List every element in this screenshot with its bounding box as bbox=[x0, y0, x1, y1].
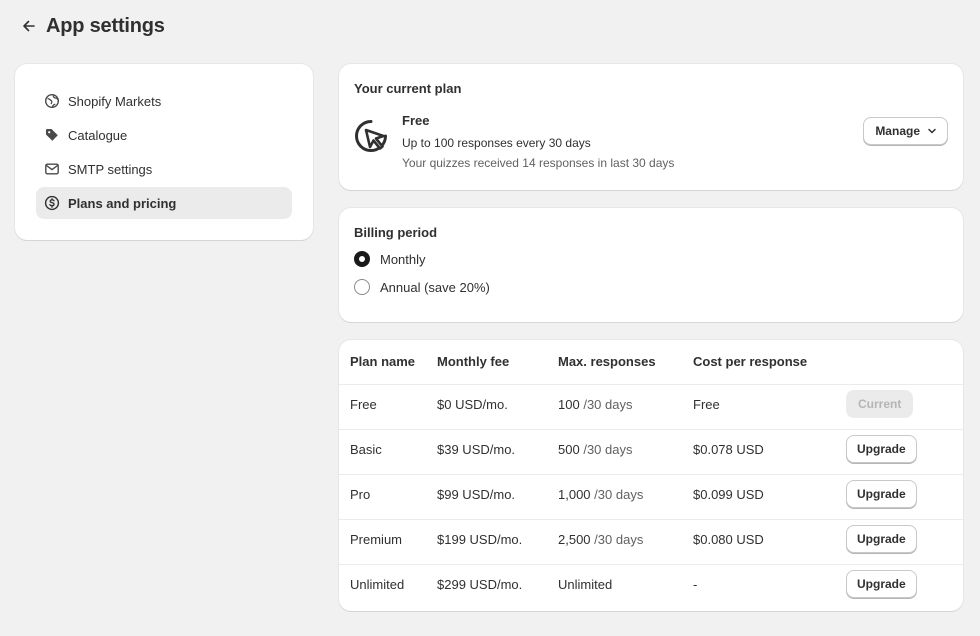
sidebar-item-label: Plans and pricing bbox=[68, 195, 177, 211]
back-button[interactable] bbox=[18, 15, 40, 37]
monthly-fee-cell: $299 USD/mo. bbox=[437, 563, 558, 609]
plans-table-card: Plan name Monthly fee Max. responses Cos… bbox=[339, 340, 963, 611]
dollar-circle-icon bbox=[44, 195, 60, 211]
max-responses-cell: 500 /30 days bbox=[558, 428, 693, 474]
table-row: Basic $39 USD/mo. 500 /30 days $0.078 US… bbox=[339, 428, 963, 474]
sidebar-item-catalogue[interactable]: Catalogue bbox=[36, 119, 292, 151]
plan-name-cell: Free bbox=[339, 383, 437, 429]
upgrade-button[interactable]: Upgrade bbox=[846, 434, 917, 463]
plan-usage-text: Your quizzes received 14 responses in la… bbox=[402, 156, 675, 170]
sidebar-item-plans-and-pricing[interactable]: Plans and pricing bbox=[36, 187, 292, 219]
plan-name-cell: Unlimited bbox=[339, 563, 437, 609]
responses-value: Unlimited bbox=[558, 576, 613, 592]
action-cell: Upgrade bbox=[846, 428, 963, 474]
responses-period: /30 days bbox=[583, 441, 633, 457]
responses-value: 2,500 bbox=[558, 531, 591, 547]
responses-value: 1,000 bbox=[558, 486, 591, 502]
billing-period-title: Billing period bbox=[354, 225, 438, 240]
tag-icon bbox=[44, 127, 60, 143]
plan-name: Free bbox=[402, 113, 430, 128]
column-header: Monthly fee bbox=[437, 354, 510, 370]
monthly-fee-cell: $39 USD/mo. bbox=[437, 428, 558, 474]
column-header: Cost per response bbox=[693, 354, 808, 370]
action-cell: Upgrade bbox=[846, 518, 963, 564]
table-row: Free $0 USD/mo. 100 /30 days Free Curren… bbox=[339, 383, 963, 429]
sidebar-item-smtp-settings[interactable]: SMTP settings bbox=[36, 153, 292, 185]
current-plan-button[interactable]: Current bbox=[846, 389, 914, 418]
page-header: App settings bbox=[18, 12, 165, 40]
settings-nav: Shopify Markets Catalogue SMTP settings … bbox=[15, 64, 313, 240]
billing-option-label: Annual (save 20%) bbox=[380, 279, 490, 295]
responses-period: /30 days bbox=[594, 531, 644, 547]
table-row: Pro $99 USD/mo. 1,000 /30 days $0.099 US… bbox=[339, 473, 963, 519]
responses-value: 100 bbox=[558, 396, 580, 412]
billing-period-card: Billing period Monthly Annual (save 20%) bbox=[339, 208, 963, 322]
billing-option-annual[interactable]: Annual (save 20%) bbox=[354, 278, 948, 296]
plan-name-cell: Basic bbox=[339, 428, 437, 474]
table-header-row: Plan name Monthly fee Max. responses Cos… bbox=[339, 340, 963, 384]
monthly-fee-cell: $0 USD/mo. bbox=[437, 383, 558, 429]
max-responses-cell: 2,500 /30 days bbox=[558, 518, 693, 564]
manage-button-label: Manage bbox=[875, 124, 920, 138]
max-responses-cell: 1,000 /30 days bbox=[558, 473, 693, 519]
sidebar-item-shopify-markets[interactable]: Shopify Markets bbox=[36, 85, 292, 117]
upgrade-button[interactable]: Upgrade bbox=[846, 524, 917, 553]
manage-button[interactable]: Manage bbox=[863, 117, 948, 145]
monthly-fee-cell: $199 USD/mo. bbox=[437, 518, 558, 564]
cost-cell: $0.080 USD bbox=[693, 518, 846, 564]
responses-period: /30 days bbox=[594, 486, 644, 502]
action-cell: Upgrade bbox=[846, 473, 963, 519]
radio-button[interactable] bbox=[354, 251, 370, 267]
table-row: Unlimited $299 USD/mo. Unlimited - Upgra… bbox=[339, 563, 963, 609]
globe-icon bbox=[44, 93, 60, 109]
table-row: Premium $199 USD/mo. 2,500 /30 days $0.0… bbox=[339, 518, 963, 564]
arrow-left-icon bbox=[23, 20, 35, 32]
app-logo-icon bbox=[355, 120, 387, 152]
plan-name-cell: Premium bbox=[339, 518, 437, 564]
plan-limit-text: Up to 100 responses every 30 days bbox=[402, 136, 591, 150]
radio-button[interactable] bbox=[354, 279, 370, 295]
billing-option-monthly[interactable]: Monthly bbox=[354, 250, 948, 268]
sidebar-item-label: SMTP settings bbox=[68, 161, 153, 177]
plan-name-cell: Pro bbox=[339, 473, 437, 519]
monthly-fee-cell: $99 USD/mo. bbox=[437, 473, 558, 519]
page-title: App settings bbox=[46, 14, 165, 37]
current-plan-title: Your current plan bbox=[354, 81, 462, 96]
max-responses-cell: 100 /30 days bbox=[558, 383, 693, 429]
plans-table: Plan name Monthly fee Max. responses Cos… bbox=[339, 340, 963, 609]
responses-value: 500 bbox=[558, 441, 580, 457]
billing-option-label: Monthly bbox=[380, 251, 426, 267]
action-cell: Upgrade bbox=[846, 563, 963, 609]
chevron-down-icon bbox=[927, 126, 937, 136]
sidebar-item-label: Catalogue bbox=[68, 127, 128, 143]
cost-cell: $0.099 USD bbox=[693, 473, 846, 519]
current-plan-card: Your current plan Free Up to 100 respons… bbox=[339, 64, 963, 190]
max-responses-cell: Unlimited bbox=[558, 563, 693, 609]
cost-cell: $0.078 USD bbox=[693, 428, 846, 474]
action-cell: Current bbox=[846, 383, 963, 429]
cost-cell: Free bbox=[693, 383, 846, 429]
sidebar-item-label: Shopify Markets bbox=[68, 93, 162, 109]
column-header bbox=[846, 340, 963, 384]
responses-period: /30 days bbox=[583, 396, 633, 412]
upgrade-button[interactable]: Upgrade bbox=[846, 479, 917, 508]
cost-cell: - bbox=[693, 563, 846, 609]
envelope-icon bbox=[44, 161, 60, 177]
column-header: Max. responses bbox=[558, 354, 656, 370]
column-header: Plan name bbox=[350, 354, 416, 370]
upgrade-button[interactable]: Upgrade bbox=[846, 569, 917, 598]
